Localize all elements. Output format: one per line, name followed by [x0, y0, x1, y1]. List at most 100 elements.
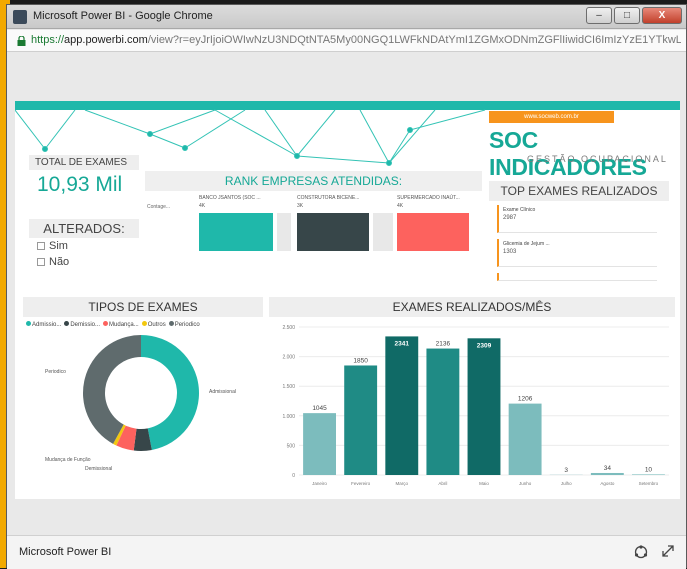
- slicer-option-label: Sim: [49, 240, 68, 252]
- y-tick-label: 2.500: [282, 325, 295, 331]
- brand-subtitle: GESTÃO OCUPACIONAL: [527, 154, 668, 164]
- rank-title: RANK EMPRESAS ATENDIDAS:: [145, 171, 482, 191]
- tipos-title: TIPOS DE EXAMES: [23, 297, 263, 317]
- bar[interactable]: [385, 336, 418, 475]
- legend-swatch: [103, 321, 108, 326]
- report-top-margin: [7, 53, 686, 101]
- footer-title: Microsoft Power BI: [19, 546, 111, 558]
- pie-slice[interactable]: [83, 335, 141, 444]
- slicer-option-nao[interactable]: Não: [29, 254, 139, 270]
- bar[interactable]: [303, 413, 336, 475]
- slicer-option-label: Não: [49, 256, 69, 268]
- url-scheme: https://: [31, 34, 64, 46]
- top-exame-name: Exame Clínico: [499, 205, 657, 215]
- share-icon[interactable]: [634, 545, 648, 559]
- bar[interactable]: [632, 474, 665, 475]
- rank-company-2: CONSTRUTORA BICENE...: [297, 195, 359, 201]
- rank-bar-gap: [277, 213, 291, 251]
- exames-mes-card[interactable]: EXAMES REALIZADOS/MÊS 0 500 1.000 1.500 2.00…: [269, 297, 675, 495]
- pie-slice-label: Periodico: [45, 369, 66, 375]
- rank-bar-gap: [373, 213, 393, 251]
- list-item[interactable]: Glicemia de Jejum ... 1303: [497, 239, 657, 267]
- bar[interactable]: [509, 404, 542, 475]
- bar[interactable]: [468, 338, 501, 475]
- lock-icon: [17, 36, 26, 46]
- top-exame-name: Glicemia de Jejum ...: [499, 239, 657, 249]
- close-button[interactable]: X: [642, 7, 682, 24]
- bar-value-label: 34: [604, 465, 612, 472]
- top-exame-count: 1303: [499, 249, 657, 255]
- bar-value-label: 2341: [395, 340, 410, 347]
- x-tick-label: Setembro: [639, 481, 659, 486]
- total-exames-card[interactable]: TOTAL DE EXAMES 10,93 Mil: [29, 155, 139, 205]
- x-tick-label: Agosto: [600, 481, 615, 486]
- bar[interactable]: [426, 349, 459, 475]
- bar-value-label: 2136: [436, 341, 451, 348]
- rank-company-1: BANCO JSANTOS (SOC ...: [199, 195, 261, 201]
- x-tick-label: Junho: [519, 481, 532, 486]
- list-item[interactable]: Exame Clínico 2987: [497, 205, 657, 233]
- bar-chart[interactable]: 05001.0001.5002.0002.5001045Janeiro1850F…: [269, 319, 675, 495]
- checkbox[interactable]: [37, 258, 45, 266]
- legend-swatch: [142, 321, 147, 326]
- exames-mes-title: EXAMES REALIZADOS/MÊS: [269, 297, 675, 317]
- rank-row-label: Contage...: [147, 204, 170, 210]
- minimize-button[interactable]: –: [586, 7, 612, 24]
- browser-window: Microsoft Power BI - Google Chrome – □ X…: [6, 4, 687, 568]
- top-exames-title: TOP EXAMES REALIZADOS: [489, 181, 669, 201]
- address-bar[interactable]: https://app.powerbi.com/view?r=eyJrIjoiO…: [7, 30, 686, 52]
- report-canvas: www.socweb.com.br SOC INDICADORES GESTÃO…: [15, 101, 680, 499]
- maximize-button[interactable]: □: [614, 7, 640, 24]
- pie-slice[interactable]: [141, 335, 199, 450]
- checkbox[interactable]: [37, 242, 45, 250]
- x-tick-label: Maio: [479, 481, 489, 486]
- brand-logo-bar: www.socweb.com.br: [489, 111, 614, 123]
- bar-value-label: 1850: [353, 357, 368, 364]
- window-controls: – □ X: [586, 7, 682, 24]
- tipos-exames-card[interactable]: TIPOS DE EXAMES Admissio... Demissio... …: [23, 297, 263, 495]
- bar[interactable]: [591, 473, 624, 475]
- top-exames-card[interactable]: TOP EXAMES REALIZADOS Exame Clínico 2987…: [489, 181, 669, 291]
- url-host: app.powerbi.com: [64, 34, 148, 46]
- donut-chart[interactable]: Admissional Periodico Mudança de Função Dem…: [23, 327, 263, 497]
- total-exames-label: TOTAL DE EXAMES: [29, 155, 139, 170]
- bar[interactable]: [344, 365, 377, 475]
- y-tick-label: 0: [292, 473, 295, 479]
- powerbi-app-icon: [13, 10, 27, 24]
- window-title: Microsoft Power BI - Google Chrome: [33, 10, 213, 22]
- bar-value-label: 1206: [518, 396, 533, 403]
- pie-slice-label: Mudança de Função: [45, 457, 91, 463]
- x-tick-label: Janeiro: [312, 481, 327, 486]
- url-text: https://app.powerbi.com/view?r=eyJrIjoiO…: [31, 34, 681, 46]
- bar-value-label: 3: [564, 467, 568, 474]
- x-tick-label: Abril: [438, 481, 447, 486]
- pie-slice-label: Demissional: [85, 466, 112, 472]
- total-exames-value: 10,93 Mil: [29, 170, 139, 200]
- legend-swatch: [169, 321, 174, 326]
- rank-empresas-card[interactable]: RANK EMPRESAS ATENDIDAS: Contage... BANC…: [145, 171, 482, 287]
- y-tick-label: 1.000: [282, 414, 295, 420]
- pie-slice-label: Admissional: [209, 389, 236, 395]
- legend-swatch: [26, 321, 31, 326]
- bar-value-label: 10: [645, 466, 653, 473]
- alterados-label: ALTERADOS:: [29, 219, 139, 238]
- list-item-partial: [497, 273, 657, 281]
- rank-value-2: 3K: [297, 203, 303, 209]
- url-path: /view?r=eyJrIjoiOWIwNzU3NDQtNTA5My00NGQ1…: [148, 34, 681, 46]
- x-tick-label: Julho: [561, 481, 572, 486]
- alterados-slicer: ALTERADOS: Sim Não: [29, 219, 139, 285]
- y-tick-label: 500: [287, 443, 296, 449]
- bar-value-label: 2309: [477, 342, 492, 349]
- rank-bar-3[interactable]: [397, 213, 469, 251]
- expand-icon[interactable]: [662, 545, 674, 557]
- legend-swatch: [64, 321, 69, 326]
- y-tick-label: 2.000: [282, 355, 295, 361]
- report-footer: Microsoft Power BI: [7, 535, 686, 569]
- rank-bar-1[interactable]: [199, 213, 273, 251]
- top-exame-count: 2987: [499, 215, 657, 221]
- rank-bar-2[interactable]: [297, 213, 369, 251]
- bar-value-label: 1045: [312, 405, 327, 412]
- rank-value-1: 4K: [199, 203, 205, 209]
- slicer-option-sim[interactable]: Sim: [29, 238, 139, 254]
- y-tick-label: 1.500: [282, 384, 295, 390]
